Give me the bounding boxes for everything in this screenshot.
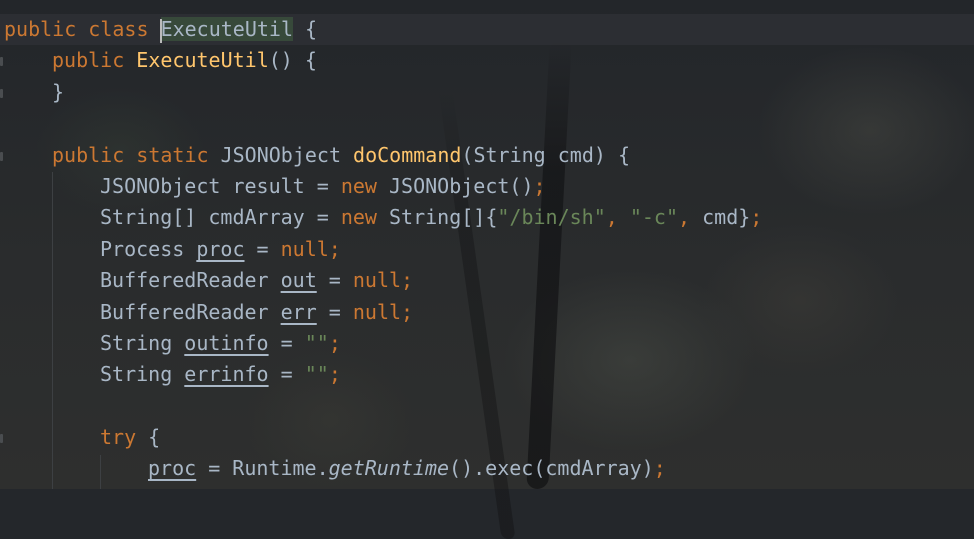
code-token: public [4,17,77,41]
code-token: ; [750,205,763,230]
code-token: new [340,173,377,198]
code-token: errinfo [184,362,269,387]
code-token: public [52,142,125,167]
code-token: = [268,330,305,355]
code-token: = [244,236,281,261]
code-token: try [100,425,137,450]
code-token: JSONObject() [376,173,534,198]
code-token: = [316,268,353,293]
code-token: JSONObject [208,142,354,167]
code-token: null [280,236,329,261]
code-token: ; [533,173,546,198]
text-caret [159,18,162,43]
code-line[interactable]: public class ExecuteUtil { [0,14,762,45]
code-line[interactable]: Process proc = null; [0,234,762,265]
code-token: class [88,17,149,41]
code-token: cmd} [702,205,751,230]
code-token: String [100,362,185,387]
code-token: ; [401,268,414,293]
code-token: ; [328,362,341,387]
code-token: , [678,205,703,230]
code-token: new [340,205,377,230]
code-token: String[] cmdArray = [100,205,341,230]
code-token: } [52,79,65,104]
code-token: err [280,299,317,324]
code-token: { [136,425,161,450]
code-editor[interactable]: public class ExecuteUtil {public Execute… [0,14,762,485]
code-token: { [293,17,318,41]
code-token: ExecuteUtil [160,17,294,41]
code-token: outinfo [184,330,269,355]
code-line[interactable] [0,391,762,422]
code-line[interactable]: String[] cmdArray = new String[]{"/bin/s… [0,202,762,233]
code-line[interactable]: try { [0,422,762,453]
code-token: public [52,48,125,73]
code-token: proc [196,236,245,261]
code-token: ; [653,456,666,481]
code-token: = [268,362,305,387]
code-token: = Runtime. [196,456,329,481]
code-token: = [316,299,353,324]
code-token: String[]{ [376,205,498,230]
code-line[interactable]: BufferedReader err = null; [0,297,762,328]
code-token: out [280,268,317,293]
code-line[interactable] [0,108,762,139]
code-line[interactable]: String outinfo = ""; [0,328,762,359]
code-token: (String cmd) { [461,142,630,167]
code-line[interactable]: JSONObject result = new JSONObject(); [0,171,762,202]
code-token: , [605,205,630,230]
code-line[interactable]: String errinfo = ""; [0,359,762,390]
code-line[interactable]: BufferedReader out = null; [0,265,762,296]
code-token: "" [304,330,329,355]
code-token: JSONObject result = [100,173,341,198]
code-token: BufferedReader [100,299,281,324]
code-line[interactable]: } [0,77,762,108]
code-token: null [352,299,402,324]
code-token: String [100,330,185,355]
code-token: ; [328,236,341,261]
code-token: "/bin/sh" [497,205,606,230]
code-token: Process [100,236,197,261]
code-token: ; [401,299,414,324]
code-token: ().exec(cmdArray) [449,456,654,481]
code-token: proc [148,456,197,481]
code-token: "" [304,362,329,387]
code-line[interactable]: public ExecuteUtil() { [0,45,762,76]
code-token: getRuntime [328,456,450,481]
code-token: static [136,142,209,167]
code-token: BufferedReader [100,268,281,293]
code-token: "-c" [629,205,679,230]
code-token: doCommand [353,142,462,167]
code-token: null [352,268,402,293]
code-token: ; [328,330,341,355]
code-token: ExecuteUtil [136,48,269,73]
code-token: () { [268,48,317,73]
code-line[interactable]: public static JSONObject doCommand(Strin… [0,140,762,171]
code-line[interactable]: proc = Runtime.getRuntime().exec(cmdArra… [0,453,762,484]
